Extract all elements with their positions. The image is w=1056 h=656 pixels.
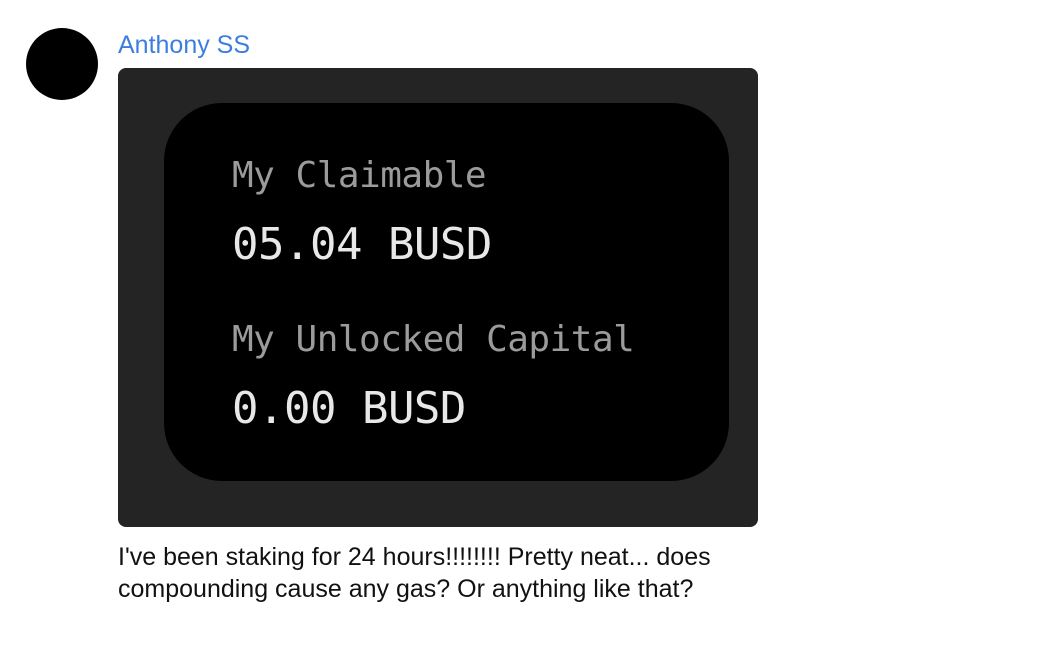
avatar[interactable]: [26, 28, 98, 100]
claimable-label: My Claimable: [232, 155, 487, 196]
chat-message: Anthony SS My Claimable 05.04 BUSD My Un…: [0, 0, 1056, 656]
claimable-value: 05.04 BUSD: [232, 219, 492, 270]
staking-summary-card: My Claimable 05.04 BUSD My Unlocked Capi…: [164, 103, 729, 481]
image-attachment[interactable]: My Claimable 05.04 BUSD My Unlocked Capi…: [118, 68, 758, 527]
sender-name[interactable]: Anthony SS: [118, 30, 250, 60]
unlocked-capital-value: 0.00 BUSD: [232, 383, 466, 434]
message-text: I've been staking for 24 hours!!!!!!!! P…: [118, 543, 711, 603]
unlocked-capital-label: My Unlocked Capital: [232, 319, 635, 360]
